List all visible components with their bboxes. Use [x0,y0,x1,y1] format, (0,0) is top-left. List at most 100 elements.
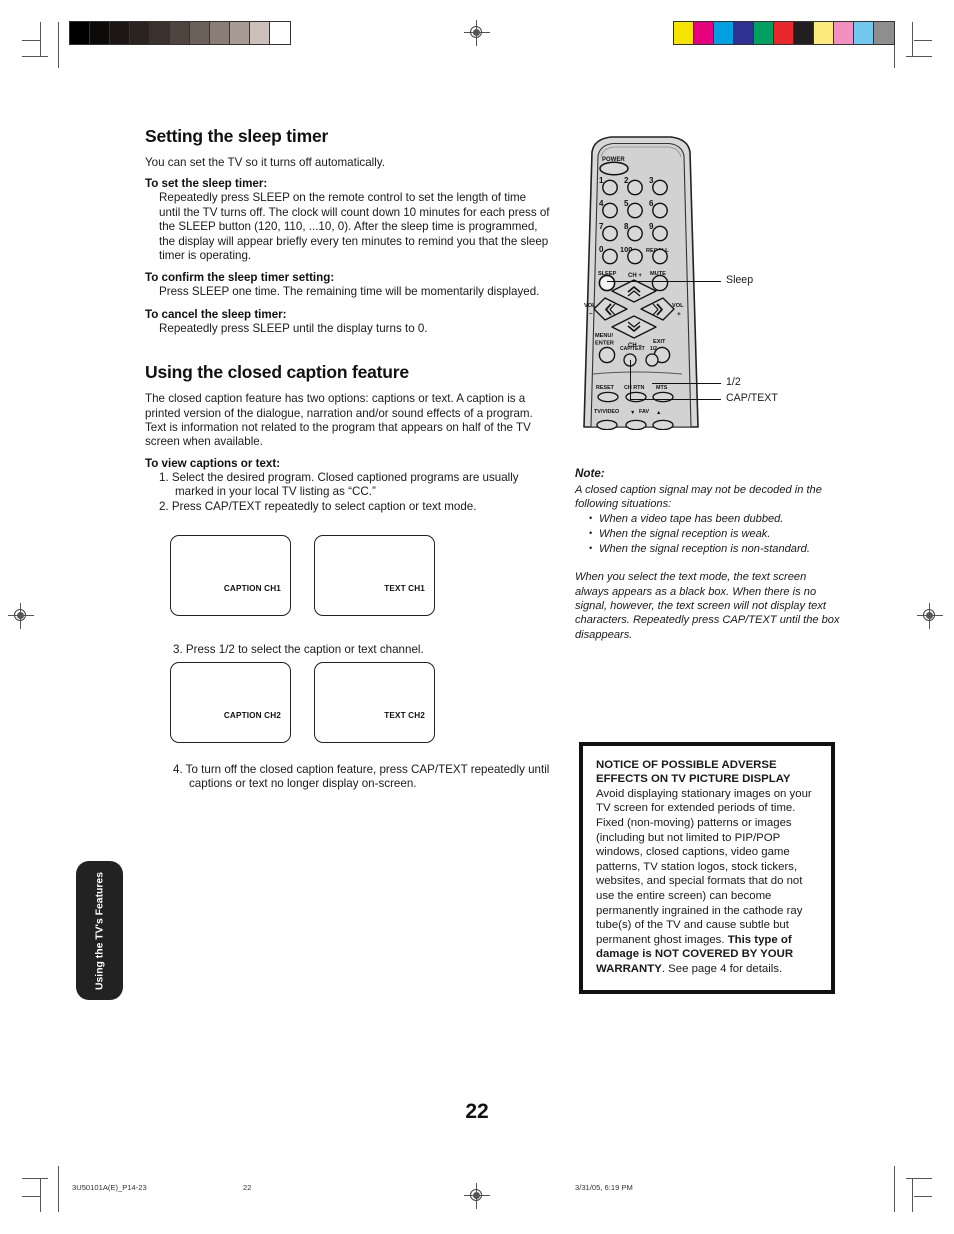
svg-text:MENU/: MENU/ [595,333,613,339]
calibration-swatch [150,22,170,44]
callout-line-captext-v [630,360,631,399]
crop-mark-bottom-right-v [912,1178,913,1212]
calibration-swatch [674,22,694,44]
tv-screen-label: TEXT CH2 [384,711,425,720]
svg-text:ENTER: ENTER [595,341,614,347]
crop-mark-bottom-right-h [906,1178,932,1179]
note-bullet: When a video tape has been dubbed. [589,511,840,527]
callout-label-captext: CAP/TEXT [726,392,778,404]
svg-text:▲: ▲ [656,410,661,416]
svg-text:+: + [677,311,681,318]
subhead-set-sleep-timer: To set the sleep timer: [145,177,268,191]
page-number: 22 [465,1100,489,1123]
tv-screen-label: CAPTION CH1 [223,584,281,593]
adverse-effects-notice-box: NOTICE OF POSSIBLE ADVERSE EFFECTS ON TV… [579,742,835,994]
svg-text:▼: ▼ [630,410,635,416]
registration-mark-top [464,20,490,46]
chapter-side-tab-label: Using the TV's Features [94,871,105,990]
tv-screen-caption-ch1: CAPTION CH1 [170,535,291,616]
svg-text:–: – [589,310,593,317]
body-confirm-sleep-timer: Press SLEEP one time. The remaining time… [159,285,540,299]
notice-body-part2: . See page 4 for details. [661,962,783,975]
document-page: Setting the sleep timer You can set the … [0,0,954,1234]
crop-mark-top-left-v [40,22,41,56]
step-2: 2. Press CAP/TEXT repeatedly to select c… [159,499,477,513]
crop-mark-top-left-v2 [58,22,59,68]
calibration-swatch [694,22,714,44]
chapter-side-tab: Using the TV's Features [76,861,123,1000]
calibration-swatch [854,22,874,44]
subhead-view-captions: To view captions or text: [145,456,281,470]
svg-text:CH RTN: CH RTN [624,385,644,391]
calibration-swatch [90,22,110,44]
crop-mark-bottom-left-h2 [22,1196,40,1197]
note-heading: Note: [575,467,605,480]
footer-file-id: 3U50101A(E)_P14-23 [72,1183,147,1192]
crop-mark-top-right-h [906,56,932,57]
svg-text:FAV: FAV [639,409,649,415]
step-4: 4. To turn off the closed caption featur… [173,763,550,791]
page-title-sleep-timer: Setting the sleep timer [145,126,329,146]
notice-body: Avoid displaying stationary images on yo… [596,787,818,977]
tv-screen-label: TEXT CH1 [384,584,425,593]
page-title-closed-caption: Using the closed caption feature [145,362,409,383]
note-paragraph: When you select the text mode, the text … [575,571,840,641]
calibration-swatch [834,22,854,44]
tv-screen-text-ch2: TEXT CH2 [314,662,435,743]
left-text-column: Setting the sleep timer You can set the … [145,126,550,514]
calibration-swatch [170,22,190,44]
calibration-swatch [250,22,270,44]
crop-mark-top-right-h2 [914,40,932,41]
calibration-swatch [190,22,210,44]
calibration-swatch [130,22,150,44]
remote-control-illustration: POWER 1 2 3 4 5 6 7 8 9 0 100 SLEEP MUTE… [578,135,704,430]
calibration-swatch [110,22,130,44]
crop-mark-bottom-left-h [22,1178,48,1179]
note-bullet-list: When a video tape has been dubbed. When … [575,511,840,557]
calibration-swatch [270,22,290,44]
closed-caption-intro: The closed caption feature has two optio… [145,392,533,449]
svg-text:EXIT: EXIT [653,339,666,345]
tv-screen-label: CAPTION CH2 [223,711,281,720]
svg-text:1/2: 1/2 [650,346,657,352]
svg-text:RESET: RESET [596,385,615,391]
svg-text:CAP/TEXT: CAP/TEXT [620,346,645,352]
notice-title-line1: NOTICE OF POSSIBLE ADVERSE [596,759,777,771]
registration-mark-bottom [464,1183,490,1209]
notice-body-part1: Avoid displaying stationary images on yo… [596,787,812,946]
callout-line-half [652,383,721,384]
step-1: 1. Select the desired program. Closed ca… [159,470,519,499]
calibration-swatch [714,22,734,44]
calibration-swatch [794,22,814,44]
registration-mark-left [8,603,34,629]
body-set-sleep-timer: Repeatedly press SLEEP on the remote con… [159,191,550,263]
crop-mark-bottom-right-h2 [914,1196,932,1197]
crop-mark-top-left-h [22,56,48,57]
svg-text:TV/VIDEO: TV/VIDEO [594,409,619,415]
color-calibration-bar [673,21,895,45]
crop-mark-top-left-h2 [22,40,40,41]
note-bullet: When the signal reception is non-standar… [589,541,840,557]
tv-screen-caption-ch2: CAPTION CH2 [170,662,291,743]
step-3: 3. Press 1/2 to select the caption or te… [173,643,424,656]
body-cancel-sleep-timer: Repeatedly press SLEEP until the display… [159,321,428,335]
tv-screen-row-ch1: CAPTION CH1 TEXT CH1 [170,535,435,616]
notice-title-line2: EFFECTS ON TV PICTURE DISPLAY [596,773,791,786]
sleep-timer-intro: You can set the TV so it turns off autom… [145,156,385,169]
calibration-swatch [230,22,250,44]
crop-mark-bottom-right-v2 [894,1166,895,1212]
calibration-swatch [774,22,794,44]
callout-label-sleep: Sleep [726,274,754,286]
calibration-swatch [70,22,90,44]
subhead-cancel-sleep-timer: To cancel the sleep timer: [145,307,287,321]
registration-mark-right [917,603,943,629]
note-block: Note: A closed caption signal may not be… [575,467,840,642]
callout-label-half: 1/2 [726,376,741,388]
callout-line-captext [630,399,721,400]
grayscale-calibration-bar [69,21,291,45]
footer-page: 22 [243,1183,252,1192]
calibration-swatch [754,22,774,44]
crop-mark-bottom-left-v2 [58,1166,59,1212]
note-intro: A closed caption signal may not be decod… [575,484,822,511]
calibration-swatch [734,22,754,44]
